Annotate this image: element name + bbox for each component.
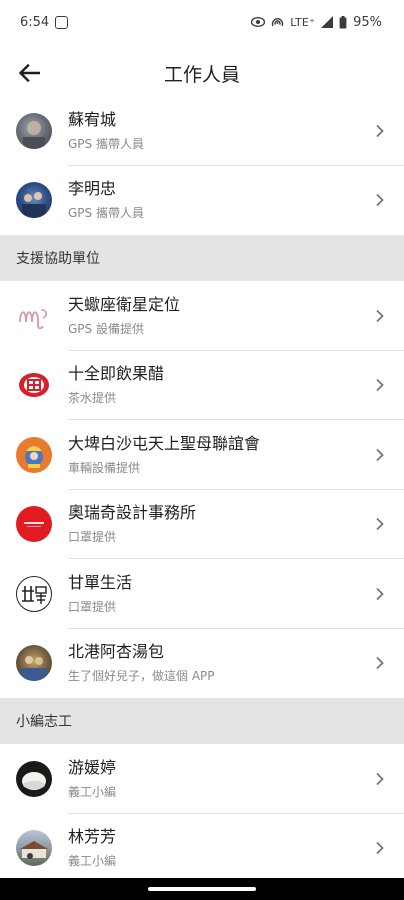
chevron-right-icon [368,373,392,397]
staff-list: 蘇宥城 GPS 攜帶人員 李明忠 GPS 攜帶人員 支援協助單位 天蠍座衛星定位… [0,96,404,883]
chevron-right-icon [368,188,392,212]
status-bar: 6:54 LTE⁺ 95% [0,0,404,44]
back-button[interactable] [16,60,42,86]
list-item[interactable]: 甘單生活 口罩提供 [0,559,404,629]
chevron-right-icon [368,304,392,328]
list-item-title: 甘單生活 [68,572,133,592]
photo-avatar-icon [16,830,52,867]
hotspot-icon [272,17,284,26]
list-item-subtitle: 車輛設備提供 [68,460,141,475]
list-item-texts: 林芳芳 義工小編 [68,826,368,870]
scorpio-logo-icon [16,297,52,334]
gandan-logo-icon [16,575,52,612]
list-item-title: 林芳芳 [68,827,117,847]
chevron-right-icon [368,767,392,791]
list-item[interactable]: 奧瑞奇設計事務所 口罩提供 [0,490,404,560]
photo-avatar-icon [16,182,52,219]
chevron-right-icon [368,582,392,606]
list-item-title: 游媛婷 [68,757,117,777]
chevron-right-icon [368,512,392,536]
system-nav-bar [0,878,404,900]
list-item-title: 蘇宥城 [68,109,117,129]
chevron-right-icon [368,651,392,675]
eye-icon [251,17,266,27]
list-item-title: 十全即飲果醋 [68,364,165,384]
list-item[interactable]: 林芳芳 義工小編 [0,814,404,884]
list-item[interactable]: 天蠍座衛星定位 GPS 設備提供 [0,281,404,351]
battery-level: 95% [353,14,382,30]
list-item-texts: 北港阿杏湯包 生了個好兒子，做這個 APP [68,641,368,685]
list-item-title: 李明忠 [68,179,117,199]
list-item-subtitle: 口罩提供 [68,530,117,545]
list-item-title: 奧瑞奇設計事務所 [68,503,197,523]
design-logo-icon [16,506,52,543]
signal-icon [321,16,334,28]
network-type: LTE⁺ [290,15,316,29]
list-item-subtitle: 茶水提供 [68,391,117,406]
list-item-texts: 游媛婷 義工小編 [68,757,368,801]
page-title: 工作人員 [163,63,240,86]
app-bar: 工作人員 [0,50,404,96]
back-arrow-icon [18,64,40,82]
section-header-volunteers: 小編志工 [0,698,404,744]
list-item[interactable]: 十全即飲果醋 茶水提供 [0,351,404,421]
chevron-right-icon [368,443,392,467]
list-item-subtitle: 生了個好兒子，做這個 APP [68,669,215,684]
list-item-texts: 大埤白沙屯天上聖母聯誼會 車輛設備提供 [68,433,368,477]
photo-avatar-icon [16,645,52,682]
list-item-subtitle: GPS 攜帶人員 [68,206,144,221]
list-item-title: 北港阿杏湯包 [68,642,165,662]
list-item[interactable]: 蘇宥城 GPS 攜帶人員 [0,96,404,166]
list-item[interactable]: 李明忠 GPS 攜帶人員 [0,166,404,236]
list-item-title: 大埤白沙屯天上聖母聯誼會 [68,433,261,453]
list-item-texts: 十全即飲果醋 茶水提供 [68,363,368,407]
list-item-subtitle: 口罩提供 [68,599,117,614]
status-left: 6:54 [20,14,69,30]
app-notification-icon [55,15,69,29]
shiquan-logo-icon [16,367,52,404]
list-item[interactable]: 大埤白沙屯天上聖母聯誼會 車輛設備提供 [0,420,404,490]
list-item-subtitle: GPS 攜帶人員 [68,136,144,151]
battery-icon [339,15,347,28]
temple-logo-icon [16,436,52,473]
list-item-texts: 奧瑞奇設計事務所 口罩提供 [68,502,368,546]
chevron-right-icon [368,119,392,143]
list-item-subtitle: 義工小編 [68,784,117,799]
photo-avatar-icon [16,112,52,149]
section-header-sponsors: 支援協助單位 [0,235,404,281]
list-item[interactable]: 北港阿杏湯包 生了個好兒子，做這個 APP [0,629,404,699]
list-item-texts: 蘇宥城 GPS 攜帶人員 [68,109,368,153]
list-item-subtitle: GPS 設備提供 [68,321,144,336]
list-item-texts: 天蠍座衛星定位 GPS 設備提供 [68,294,368,338]
list-item[interactable]: 游媛婷 義工小編 [0,744,404,814]
chevron-right-icon [368,836,392,860]
photo-avatar-icon [16,760,52,797]
list-item-texts: 李明忠 GPS 攜帶人員 [68,178,368,222]
list-item-texts: 甘單生活 口罩提供 [68,572,368,616]
status-time: 6:54 [20,14,50,30]
home-gesture-handle[interactable] [148,887,256,891]
list-item-subtitle: 義工小編 [68,854,117,869]
list-item-title: 天蠍座衛星定位 [68,294,181,314]
status-right: LTE⁺ 95% [251,15,382,30]
